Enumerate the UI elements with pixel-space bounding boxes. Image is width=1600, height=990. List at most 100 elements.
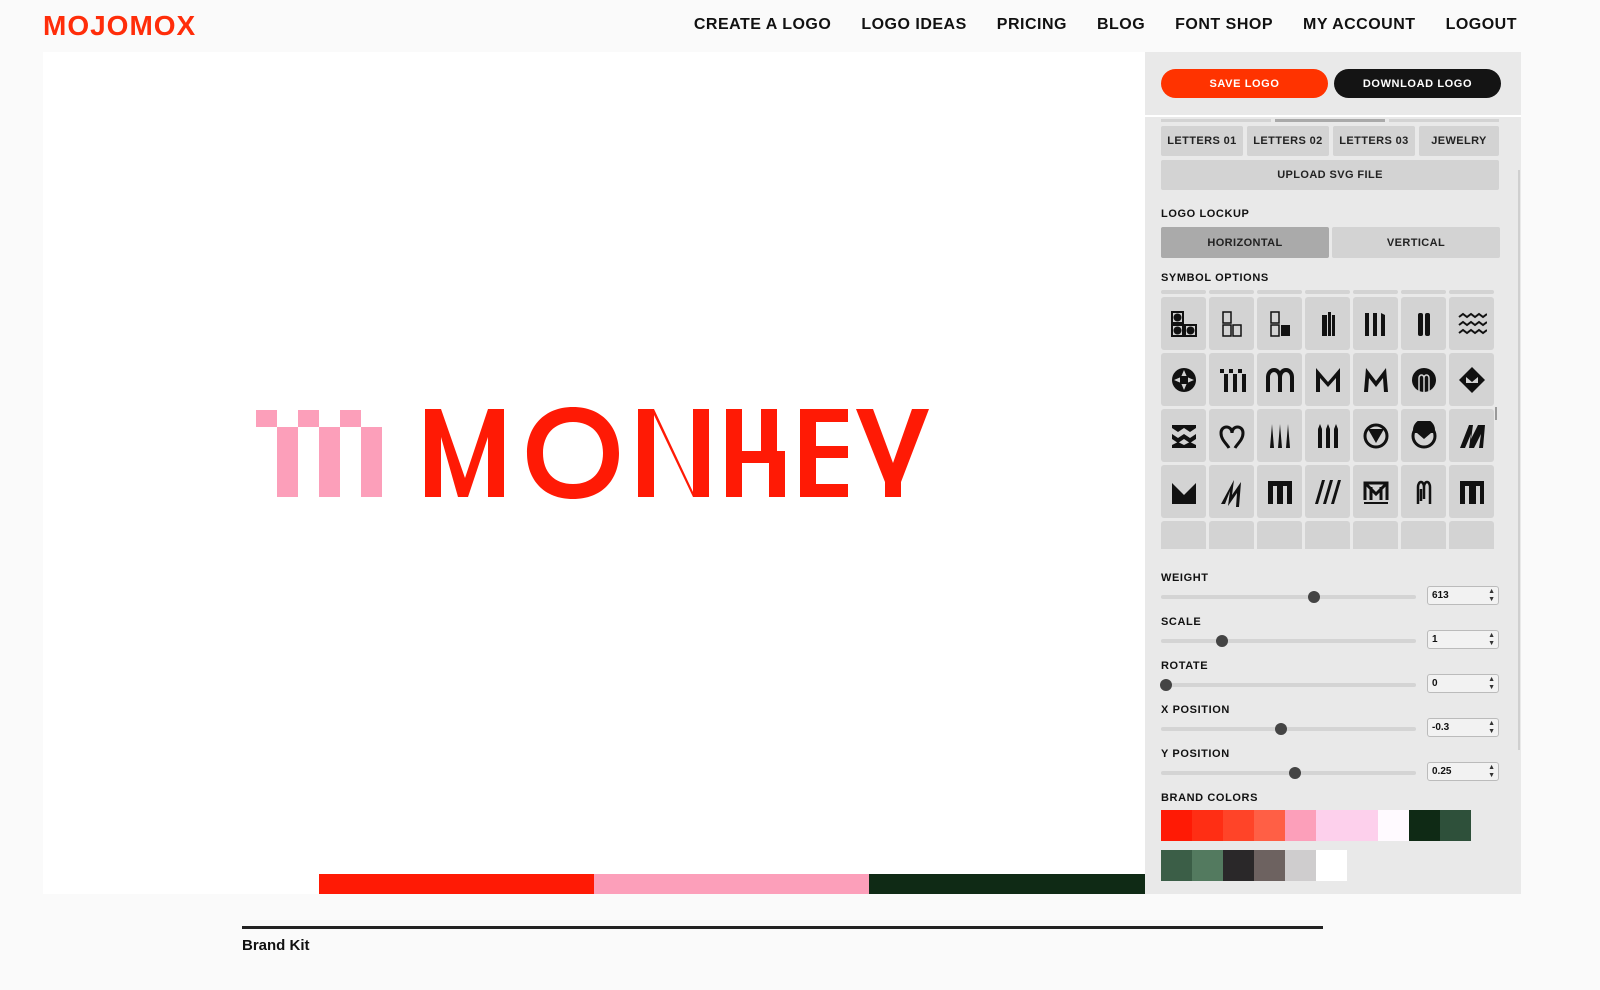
brand-color-swatch[interactable]: [1223, 810, 1254, 841]
symbol-option[interactable]: [1209, 409, 1254, 462]
slider-knob[interactable]: [1288, 767, 1301, 779]
symbol-option[interactable]: [1305, 521, 1350, 549]
brand-color-swatch[interactable]: [1285, 850, 1316, 881]
brand-color-swatch[interactable]: [1192, 810, 1223, 841]
symbol-option[interactable]: [1209, 353, 1254, 406]
brand-color-swatch[interactable]: [1161, 850, 1192, 881]
download-logo-button[interactable]: DOWNLOAD LOGO: [1334, 69, 1501, 98]
number-input[interactable]: 613 ▲ ▼: [1427, 586, 1499, 605]
brand-color-swatch[interactable]: [1347, 810, 1378, 841]
nav-font-shop[interactable]: FONT SHOP: [1175, 16, 1273, 34]
spinner-arrows-icon[interactable]: ▲ ▼: [1488, 588, 1495, 604]
symbol-option[interactable]: [1401, 465, 1446, 518]
symbol-option[interactable]: [1161, 409, 1206, 462]
panel-scrollbar[interactable]: [1518, 170, 1520, 750]
slider-knob[interactable]: [1308, 591, 1320, 603]
symbol-grid-scroll[interactable]: [1161, 290, 1497, 549]
symbol-option[interactable]: [1161, 521, 1206, 549]
category-jewelry[interactable]: JEWELRY: [1419, 126, 1499, 156]
nav-logout[interactable]: LOGOUT: [1446, 16, 1517, 34]
hidden-tab-active[interactable]: [1275, 119, 1385, 122]
symbol-option[interactable]: [1449, 409, 1494, 462]
nav-my-account[interactable]: MY ACCOUNT: [1303, 16, 1416, 34]
brand-color-swatch[interactable]: [1409, 810, 1440, 841]
symbol-option[interactable]: [1209, 521, 1254, 549]
symbol-option[interactable]: [1401, 297, 1446, 350]
number-input[interactable]: 0 ▲ ▼: [1427, 674, 1499, 693]
symbol-option[interactable]: [1305, 353, 1350, 406]
logo-svg: [256, 407, 929, 499]
lockup-horizontal[interactable]: HORIZONTAL: [1161, 227, 1329, 258]
number-input[interactable]: -0.3 ▲ ▼: [1427, 718, 1499, 737]
brand-color-swatch[interactable]: [1254, 850, 1285, 881]
nav-logo-ideas[interactable]: LOGO IDEAS: [861, 16, 966, 34]
symbol-option[interactable]: [1161, 353, 1206, 406]
category-letters-02[interactable]: LETTERS 02: [1247, 126, 1329, 156]
brand-color-swatch[interactable]: [1378, 810, 1409, 841]
slider-track[interactable]: [1161, 727, 1416, 731]
hidden-tab[interactable]: [1161, 119, 1271, 122]
symbol-option[interactable]: [1305, 465, 1350, 518]
symbol-option[interactable]: [1449, 465, 1494, 518]
spinner-arrows-icon[interactable]: ▲ ▼: [1488, 720, 1495, 736]
spinner-arrows-icon[interactable]: ▲ ▼: [1488, 764, 1495, 780]
nav-pricing[interactable]: PRICING: [997, 16, 1067, 34]
symbol-option[interactable]: [1449, 353, 1494, 406]
slider-knob[interactable]: [1274, 723, 1287, 735]
number-input[interactable]: 1 ▲ ▼: [1427, 630, 1499, 649]
brand-color-swatch[interactable]: [1440, 810, 1471, 841]
brand-color-swatch[interactable]: [1254, 810, 1285, 841]
lockup-vertical[interactable]: VERTICAL: [1332, 227, 1500, 258]
brand-color-swatch[interactable]: [1161, 810, 1192, 841]
symbol-option[interactable]: [1401, 409, 1446, 462]
symbol-option[interactable]: [1257, 353, 1302, 406]
symbol-option[interactable]: [1257, 297, 1302, 350]
bars-narrow-icon: [1321, 311, 1335, 336]
spinner-arrows-icon[interactable]: ▲ ▼: [1488, 676, 1495, 692]
symbol-option[interactable]: [1209, 465, 1254, 518]
symbol-option[interactable]: [1401, 521, 1446, 549]
symbol-option[interactable]: [1449, 297, 1494, 350]
partial-m-2-icon: [1225, 548, 1238, 549]
symbol-option[interactable]: [1305, 297, 1350, 350]
spinner-arrows-icon[interactable]: ▲ ▼: [1488, 632, 1495, 648]
symbol-option[interactable]: [1161, 465, 1206, 518]
symbol-option[interactable]: [1449, 521, 1494, 549]
slider-knob[interactable]: [1160, 679, 1173, 691]
symbol-option[interactable]: [1353, 353, 1398, 406]
slant-m-icon: [1459, 424, 1485, 448]
category-letters-01[interactable]: LETTERS 01: [1161, 126, 1243, 156]
symbol-option[interactable]: [1161, 297, 1206, 350]
number-input[interactable]: 0.25 ▲ ▼: [1427, 762, 1499, 781]
save-logo-button[interactable]: SAVE LOGO: [1161, 69, 1328, 98]
symbol-option[interactable]: [1353, 409, 1398, 462]
symbol-option[interactable]: [1353, 297, 1398, 350]
symbol-option[interactable]: [1305, 409, 1350, 462]
symbol-option[interactable]: [1353, 465, 1398, 518]
symbol-option[interactable]: [1257, 465, 1302, 518]
brand-color-swatch[interactable]: [1223, 850, 1254, 881]
nav-create-a-logo[interactable]: CREATE A LOGO: [694, 16, 831, 34]
category-letters-03[interactable]: LETTERS 03: [1333, 126, 1415, 156]
partial-m-3-icon: [1265, 533, 1295, 550]
symbol-option[interactable]: [1353, 521, 1398, 549]
brand-color-swatch[interactable]: [1316, 850, 1347, 881]
brand-color-swatch[interactable]: [1285, 810, 1316, 841]
symbol-option[interactable]: [1401, 353, 1446, 406]
symbol-scrollbar[interactable]: [1495, 407, 1497, 420]
upload-svg-button[interactable]: UPLOAD SVG FILE: [1161, 160, 1499, 190]
slider-track[interactable]: [1161, 639, 1416, 643]
brand-color-swatch[interactable]: [1192, 850, 1223, 881]
slider-track[interactable]: [1161, 595, 1416, 599]
brand-color-swatch[interactable]: [1316, 810, 1347, 841]
nav-blog[interactable]: BLOG: [1097, 16, 1145, 34]
symbol-option[interactable]: [1257, 409, 1302, 462]
symbol-option[interactable]: [1209, 297, 1254, 350]
hidden-tab[interactable]: [1389, 119, 1499, 122]
slider-track[interactable]: [1161, 683, 1416, 687]
brand-logo[interactable]: MOJOMOX: [43, 10, 196, 42]
symbol-option[interactable]: [1257, 521, 1302, 549]
slider-knob[interactable]: [1216, 635, 1229, 647]
squares-filled-icon: [1269, 310, 1290, 337]
logo-lockup-label: LOGO LOCKUP: [1161, 208, 1250, 220]
